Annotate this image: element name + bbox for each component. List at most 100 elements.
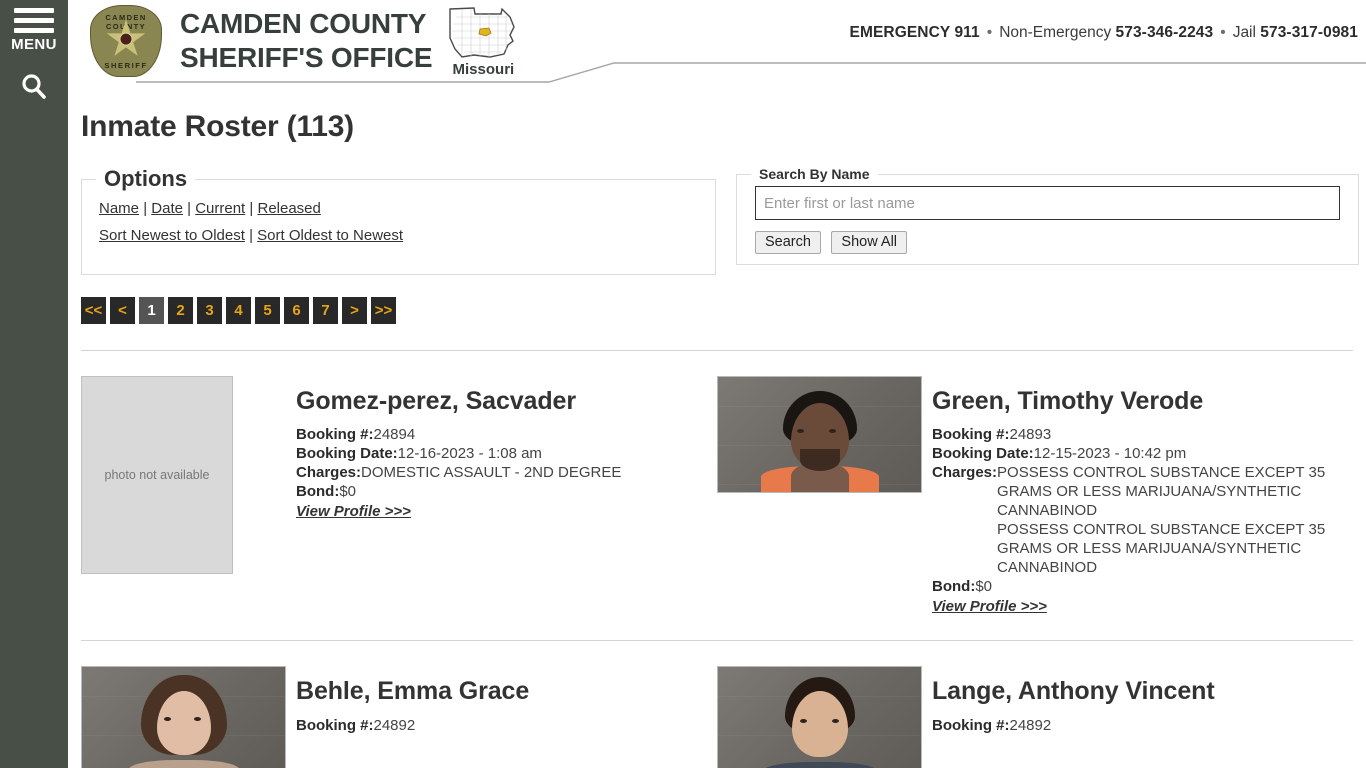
page-title: Inmate Roster (113) — [81, 110, 354, 143]
sheriff-badge-icon: CAMDEN COUNTY SHERIFF — [86, 3, 166, 79]
booking-number-value: 24894 — [373, 426, 416, 444]
inmate-name: Green, Timothy Verode — [932, 387, 1204, 415]
site-title-line2: SHERIFF'S OFFICE — [180, 42, 433, 73]
option-link-sort-newest[interactable]: Sort Newest to Oldest — [99, 227, 245, 244]
booking-number-line: Booking #:24893 — [932, 425, 1353, 444]
options-panel: Options Name | Date | Current | Released… — [81, 166, 716, 275]
search-panel: Search By Name Search Show All — [736, 166, 1359, 265]
option-separator-4: | — [249, 227, 253, 244]
charge-item: POSSESS CONTROL SUBSTANCE EXCEPT 35 GRAM… — [997, 464, 1326, 520]
inmate-details: Gomez-perez, Sacvader Booking #:24894 Bo… — [286, 376, 717, 616]
charges-line: Charges: DOMESTIC ASSAULT - 2ND DEGREE — [296, 463, 717, 482]
options-legend: Options — [104, 166, 188, 191]
pagination-page-4[interactable]: 4 — [226, 297, 251, 324]
inmate-name: Gomez-perez, Sacvader — [296, 387, 576, 415]
charge-item: POSSESS CONTROL SUBSTANCE EXCEPT 35 GRAM… — [997, 521, 1326, 577]
search-buttons: Search Show All — [755, 231, 1340, 254]
search-icon — [22, 74, 46, 99]
charges-label: Charges: — [932, 464, 998, 482]
booking-number-value: 24892 — [373, 716, 416, 734]
pagination-prev[interactable]: < — [110, 297, 135, 324]
charge-item: DOMESTIC ASSAULT - 2ND DEGREE — [361, 464, 622, 482]
brand-block[interactable]: CAMDEN COUNTY SHERIFF CAMDEN COUNTY SHER… — [86, 3, 522, 79]
inmate-details: Lange, Anthony Vincent Booking #:24892 — [922, 666, 1353, 768]
option-separator-3: | — [249, 200, 254, 217]
booking-date-line: Booking Date:12-16-2023 - 1:08 am — [296, 444, 717, 463]
non-emergency-number[interactable]: 573-346-2243 — [1116, 24, 1214, 41]
pagination-page-7[interactable]: 7 — [313, 297, 338, 324]
menu-toggle-button[interactable]: MENU — [0, 8, 68, 53]
inmate-name: Lange, Anthony Vincent — [932, 677, 1215, 706]
inmate-photo-cell: photo not available — [81, 376, 286, 616]
bond-line: Bond:$0 — [932, 577, 1353, 596]
menu-label: MENU — [11, 36, 57, 53]
booking-number-label: Booking #: — [932, 426, 1010, 444]
booking-date-value: 12-16-2023 - 1:08 am — [397, 445, 542, 463]
bond-label: Bond: — [296, 483, 340, 501]
site-header: CAMDEN COUNTY SHERIFF CAMDEN COUNTY SHER… — [68, 0, 1366, 84]
pagination-page-3[interactable]: 3 — [197, 297, 222, 324]
inmate-photo-cell — [717, 666, 922, 768]
pagination-first[interactable]: << — [81, 297, 106, 324]
bond-label: Bond: — [932, 578, 976, 596]
missouri-map-block: Missouri — [444, 5, 522, 78]
search-legend: Search By Name — [759, 166, 870, 182]
pagination-next[interactable]: > — [342, 297, 367, 324]
option-link-released[interactable]: Released — [257, 200, 320, 217]
view-profile-link[interactable]: View Profile >>> — [932, 598, 1047, 615]
option-link-sort-oldest[interactable]: Sort Oldest to Newest — [257, 227, 403, 244]
jail-label: Jail — [1232, 24, 1256, 41]
inmate-photo-cell — [717, 376, 922, 616]
left-rail: MENU — [0, 0, 68, 768]
pagination-last[interactable]: >> — [371, 297, 396, 324]
option-link-name[interactable]: Name — [99, 200, 139, 217]
badge-bottom-text: SHERIFF — [104, 61, 148, 70]
booking-number-label: Booking #: — [296, 716, 374, 734]
booking-number-line: Booking #:24892 — [296, 716, 717, 735]
pagination-page-5[interactable]: 5 — [255, 297, 280, 324]
booking-number-line: Booking #:24894 — [296, 425, 717, 444]
option-separator-2: | — [187, 200, 192, 217]
inmate-mugshot — [81, 666, 286, 768]
pagination-page-6[interactable]: 6 — [284, 297, 309, 324]
inmate-rows: photo not available Gomez-perez, Sacvade… — [81, 351, 1353, 768]
hamburger-icon — [14, 8, 54, 33]
rail-search-button[interactable] — [0, 70, 68, 104]
jail-number[interactable]: 573-317-0981 — [1260, 24, 1358, 41]
option-link-current[interactable]: Current — [195, 200, 245, 217]
show-all-button[interactable]: Show All — [831, 231, 908, 254]
charges-list: POSSESS CONTROL SUBSTANCE EXCEPT 35 GRAM… — [997, 463, 1327, 577]
booking-number-value: 24892 — [1009, 716, 1052, 734]
non-emergency-label: Non-Emergency — [999, 24, 1112, 41]
view-profile-link[interactable]: View Profile >>> — [296, 503, 411, 520]
inmate-mugshot — [717, 376, 922, 493]
inmate-name: Behle, Emma Grace — [296, 677, 530, 706]
pagination-page-2[interactable]: 2 — [168, 297, 193, 324]
bond-value: $0 — [975, 578, 993, 596]
booking-date-line: Booking Date:12-15-2023 - 10:42 pm — [932, 444, 1353, 463]
pagination-page-1[interactable]: 1 — [139, 297, 164, 324]
inmate-card: Green, Timothy Verode Booking #:24893 Bo… — [717, 376, 1353, 616]
photo-placeholder: photo not available — [81, 376, 233, 574]
bond-value: $0 — [339, 483, 357, 501]
contact-separator-1: • — [986, 24, 993, 41]
search-input[interactable] — [755, 186, 1340, 220]
state-label: Missouri — [452, 60, 515, 78]
photo-unavailable-label: photo not available — [104, 468, 210, 482]
inmate-row: photo not available Gomez-perez, Sacvade… — [81, 351, 1353, 616]
charges-label: Charges: — [296, 464, 362, 482]
booking-date-label: Booking Date: — [296, 445, 398, 463]
emergency-number: EMERGENCY 911 — [849, 24, 980, 41]
option-link-date[interactable]: Date — [151, 200, 183, 217]
contact-separator-2: • — [1220, 24, 1226, 41]
booking-number-line: Booking #:24892 — [932, 716, 1353, 735]
options-sort-row: Sort Newest to Oldest | Sort Oldest to N… — [99, 222, 715, 249]
bond-line: Bond:$0 — [296, 482, 717, 501]
site-title: CAMDEN COUNTY SHERIFF'S OFFICE — [180, 7, 433, 75]
inmate-details: Green, Timothy Verode Booking #:24893 Bo… — [922, 376, 1353, 616]
options-filter-row: Name | Date | Current | Released — [99, 195, 715, 222]
booking-number-label: Booking #: — [932, 716, 1010, 734]
option-separator-1: | — [143, 200, 148, 217]
search-button[interactable]: Search — [755, 231, 821, 254]
booking-date-label: Booking Date: — [932, 445, 1034, 463]
